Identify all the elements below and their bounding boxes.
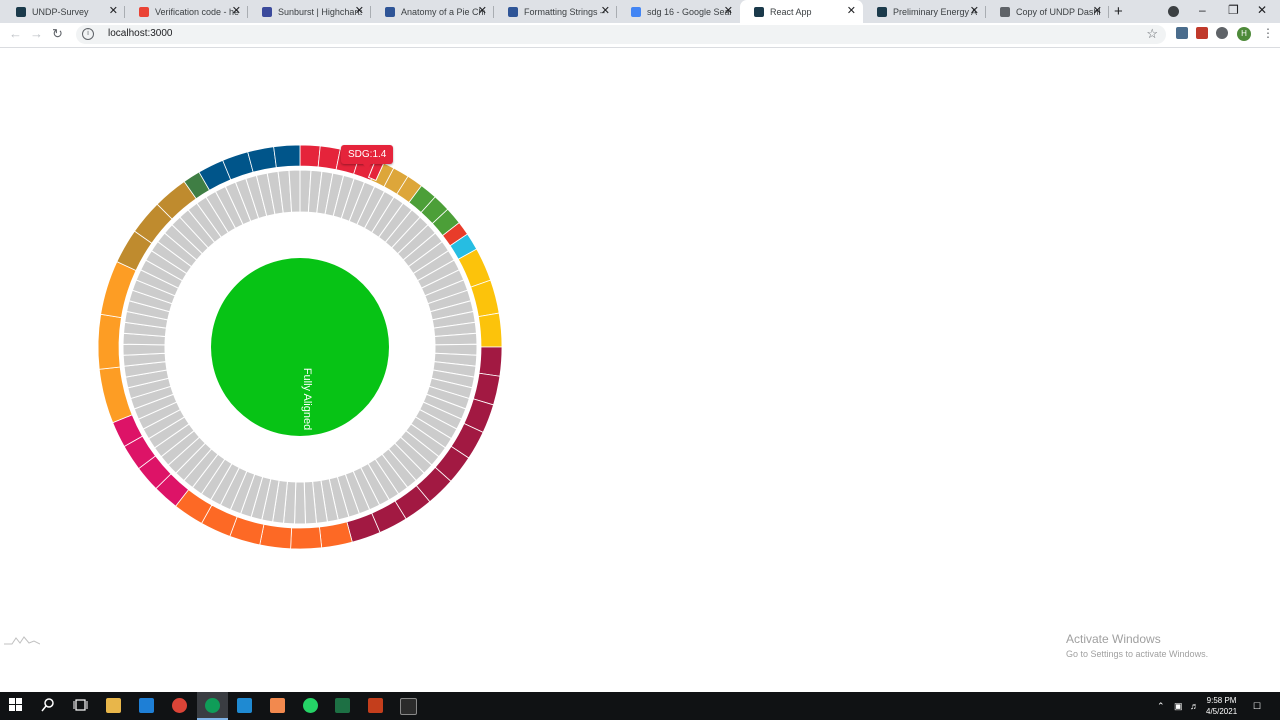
outer-ring-segment[interactable] xyxy=(97,313,122,370)
center-node[interactable] xyxy=(211,258,389,436)
tab-close-icon[interactable]: ✕ xyxy=(970,5,979,17)
tab-favicon-icon xyxy=(877,6,887,17)
excel-icon[interactable] xyxy=(335,698,350,713)
browser-toolbar: ← → ↻ i localhost:3000 ☆ xyxy=(0,23,1280,48)
task-view-icon[interactable] xyxy=(73,698,88,713)
browser-tab[interactable]: Verification code - hei: ✕ xyxy=(125,0,248,23)
tab-title: Copy of UNDP Dashb xyxy=(1016,6,1100,17)
tab-title: Preliminary Energy Ac xyxy=(893,6,977,17)
new-tab-button[interactable]: + xyxy=(1114,3,1123,20)
tab-close-icon[interactable]: ✕ xyxy=(232,5,241,17)
tab-search-icon[interactable] xyxy=(1168,6,1179,17)
middle-ring-segment[interactable] xyxy=(122,343,166,356)
tab-close-icon[interactable]: ✕ xyxy=(724,5,733,17)
tab-favicon-icon xyxy=(754,6,764,17)
chrome-profile-icon[interactable] xyxy=(205,698,220,713)
chrome-icon[interactable] xyxy=(172,698,187,713)
tab-favicon-icon xyxy=(16,6,26,17)
outer-ring-segment[interactable] xyxy=(290,526,323,550)
browser-tab[interactable]: Anatomy of a Pie Char ✕ xyxy=(371,0,494,23)
chart-tooltip: SDG:1.4 xyxy=(341,145,394,169)
tab-title: UNDP-Survey xyxy=(32,6,89,17)
back-button[interactable]: ← xyxy=(9,27,22,41)
site-info-icon[interactable]: i xyxy=(82,28,94,40)
clock-date: 4/5/2021 xyxy=(1206,707,1238,716)
browser-tab[interactable]: Preliminary Energy Ac ✕ xyxy=(863,0,986,23)
activate-windows-watermark: Activate Windows Go to Settings to activ… xyxy=(1066,632,1208,659)
tab-favicon-icon xyxy=(631,6,641,17)
center-label: Fully Aligned xyxy=(301,368,313,430)
minimize-button[interactable]: – xyxy=(1199,3,1206,17)
tab-favicon-icon xyxy=(139,6,149,17)
start-button[interactable] xyxy=(9,698,24,713)
tab-favicon-icon xyxy=(1000,6,1010,17)
browser-tab[interactable]: Formatting Strings – a ✕ xyxy=(494,0,617,23)
tab-favicon-icon xyxy=(508,6,518,17)
tab-title: Sunburst | Highcharts. xyxy=(278,6,362,17)
network-icon[interactable]: ▣ xyxy=(1174,701,1183,712)
whatsapp-icon[interactable] xyxy=(303,698,318,713)
tab-separator xyxy=(1108,6,1109,18)
address-bar[interactable]: i localhost:3000 ☆ xyxy=(76,25,1166,44)
chart-container: Fully Aligned SDG:1.4 Activate Windows G… xyxy=(0,48,1280,692)
clock-time: 9:58 PM xyxy=(1206,696,1237,705)
sublime-icon[interactable] xyxy=(270,698,285,713)
sunburst-chart[interactable]: Fully Aligned xyxy=(0,48,640,608)
watermark-title: Activate Windows xyxy=(1066,632,1161,646)
terminal-icon[interactable] xyxy=(400,698,417,715)
taskbar-clock[interactable]: 9:58 PM 4/5/2021 xyxy=(1206,695,1237,717)
windows-taskbar: ⌃ ▣ ♬ 9:58 PM 4/5/2021 ☐ xyxy=(0,692,1280,720)
outer-ring-segment[interactable] xyxy=(259,523,292,550)
tab-favicon-icon xyxy=(385,6,395,17)
chrome-menu-icon[interactable]: ⋮ xyxy=(1262,27,1274,39)
vscode-icon[interactable] xyxy=(237,698,252,713)
tab-favicon-icon xyxy=(262,6,272,17)
store-icon[interactable] xyxy=(139,698,154,713)
extensions-puzzle-icon[interactable] xyxy=(1216,27,1228,39)
powerpoint-icon[interactable] xyxy=(368,698,383,713)
tab-close-icon[interactable]: ✕ xyxy=(847,5,856,17)
middle-ring-segment[interactable] xyxy=(293,481,307,525)
outer-ring-segment[interactable] xyxy=(477,312,503,348)
outer-ring-segment[interactable] xyxy=(247,146,277,173)
browser-tab[interactable]: Sunburst | Highcharts. ✕ xyxy=(248,0,371,23)
profile-avatar[interactable]: H xyxy=(1237,27,1251,41)
tab-strip: UNDP-Survey ✕ Verification code - hei: ✕ Sun… xyxy=(0,0,1280,23)
forward-button[interactable]: → xyxy=(30,27,43,41)
url-text: localhost:3000 xyxy=(108,28,173,39)
extension-icon[interactable] xyxy=(1176,27,1188,39)
outer-ring-segment[interactable] xyxy=(478,346,503,377)
browser-tab[interactable]: UNDP-Survey ✕ xyxy=(2,0,125,23)
file-explorer-icon[interactable] xyxy=(106,698,121,713)
tab-close-icon[interactable]: ✕ xyxy=(1093,5,1102,17)
browser-tab[interactable]: sdg 16 - Google Searc ✕ xyxy=(617,0,740,23)
extension-icon[interactable] xyxy=(1196,27,1208,39)
watermark-subtitle: Go to Settings to activate Windows. xyxy=(1066,649,1209,659)
tab-close-icon[interactable]: ✕ xyxy=(478,5,487,17)
tab-close-icon[interactable]: ✕ xyxy=(601,5,610,17)
tab-close-icon[interactable]: ✕ xyxy=(109,5,118,17)
highcharts-credits-icon[interactable] xyxy=(4,635,40,645)
outer-ring-segment[interactable] xyxy=(319,521,353,549)
tab-title: Anatomy of a Pie Char xyxy=(401,6,485,17)
notifications-icon[interactable]: ☐ xyxy=(1253,701,1261,712)
window-close-button[interactable]: ✕ xyxy=(1257,3,1267,17)
browser-tab[interactable]: React App ✕ xyxy=(740,0,863,23)
tab-title: sdg 16 - Google Searc xyxy=(647,6,731,17)
bookmark-star-icon[interactable]: ☆ xyxy=(1146,26,1158,42)
outer-ring-segment[interactable] xyxy=(273,144,301,168)
outer-ring-segment[interactable] xyxy=(299,144,321,168)
browser-tab[interactable]: Copy of UNDP Dashb ✕ xyxy=(986,0,1109,23)
tab-title: Formatting Strings – a xyxy=(524,6,608,17)
volume-icon[interactable]: ♬ xyxy=(1190,701,1199,711)
tab-title: React App xyxy=(770,6,812,17)
search-icon[interactable] xyxy=(41,698,56,713)
tray-chevron-icon[interactable]: ⌃ xyxy=(1157,701,1165,712)
outer-ring-segment[interactable] xyxy=(470,279,500,318)
reload-button[interactable]: ↻ xyxy=(52,27,63,41)
tab-close-icon[interactable]: ✕ xyxy=(355,5,364,17)
tab-title: Verification code - hei: xyxy=(155,6,239,17)
restore-button[interactable]: ❐ xyxy=(1228,3,1239,17)
